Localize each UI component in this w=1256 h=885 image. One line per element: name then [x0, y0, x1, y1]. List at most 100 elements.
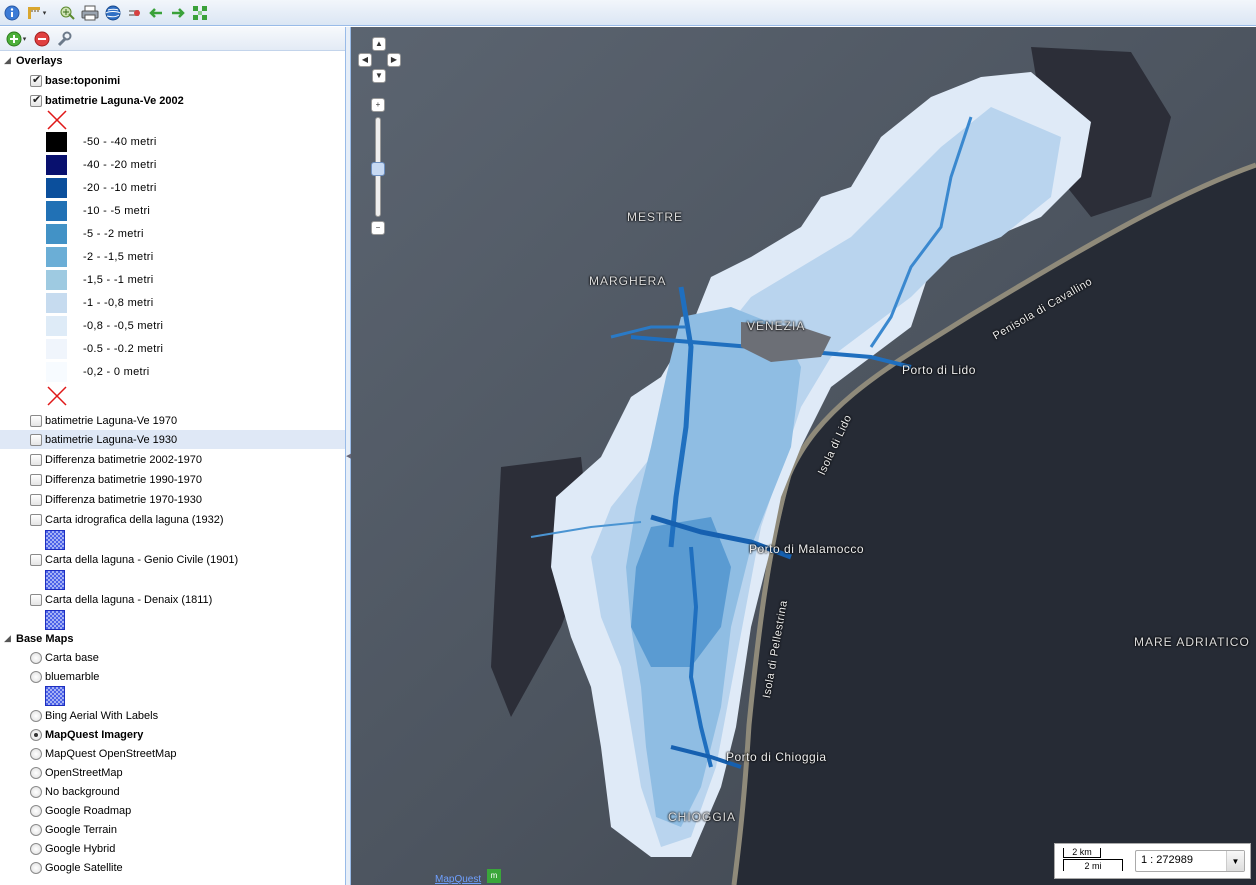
zoom-out-button[interactable]: − [371, 221, 385, 235]
layer-checkbox[interactable] [30, 593, 42, 606]
pan-up-button[interactable]: ▲ [372, 37, 386, 51]
collapse-triangle-icon[interactable]: ◢ [4, 633, 14, 644]
basemap-label: Carta base [45, 651, 99, 664]
layer-label: Carta della laguna - Denaix (1811) [45, 593, 213, 606]
legend-label: -10 - -5 metri [83, 205, 151, 217]
zoom-to-layer-icon[interactable] [58, 3, 78, 23]
basemap-radio[interactable] [30, 766, 42, 779]
basemap-radio[interactable] [30, 728, 42, 741]
layer-checkbox[interactable] [30, 473, 42, 486]
layer-label: batimetrie Laguna-Ve 2002 [45, 94, 184, 107]
layer-item[interactable]: Differenza batimetrie 2002-1970 [0, 450, 345, 469]
map-view[interactable]: MESTRE MARGHERA VENEZIA Porto di Lido Pe… [351, 27, 1256, 885]
layer-checkbox[interactable] [30, 433, 42, 446]
map-label-porto-chioggia: Porto di Chioggia [726, 750, 827, 764]
basemap-radio[interactable] [30, 861, 42, 874]
remove-layer-icon[interactable] [32, 29, 52, 49]
attribution-link[interactable]: MapQuest [435, 874, 481, 885]
layer-item[interactable]: batimetrie Laguna-Ve 1970 [0, 411, 345, 430]
layer-item[interactable]: Carta della laguna - Genio Civile (1901) [0, 550, 345, 569]
layer-legend-swatch [45, 530, 65, 550]
layer-item[interactable]: batimetrie Laguna-Ve 2002 [0, 91, 345, 110]
layer-panel-toolbar: ▾ [0, 27, 345, 51]
legend-label: -1 - -0,8 metri [83, 297, 154, 309]
layer-label: Carta idrografica della laguna (1932) [45, 513, 224, 526]
basemap-radio[interactable] [30, 747, 42, 760]
legend-swatch [46, 178, 67, 198]
dropdown-arrow-icon: ▾ [42, 10, 47, 17]
print-icon[interactable] [80, 3, 100, 23]
properties-icon[interactable] [54, 29, 74, 49]
legend-label: -2 - -1,5 metri [83, 251, 154, 263]
basemap-radio[interactable] [30, 823, 42, 836]
full-extent-icon[interactable] [190, 3, 210, 23]
layer-checkbox[interactable] [30, 493, 42, 506]
base-maps-group[interactable]: ◢ Base Maps [0, 629, 345, 648]
overlays-group[interactable]: ◢ Overlays [0, 51, 345, 70]
map-label-venezia: VENEZIA [747, 319, 806, 333]
map-label-chioggia: CHIOGGIA [668, 810, 737, 824]
basemap-radio[interactable] [30, 651, 42, 664]
measure-button[interactable]: ▾ [22, 3, 50, 23]
layer-item[interactable]: Differenza batimetrie 1970-1930 [0, 490, 345, 509]
add-layer-button[interactable]: ▾ [2, 29, 30, 49]
basemap-item[interactable]: Google Terrain [0, 820, 345, 839]
basemap-radio[interactable] [30, 842, 42, 855]
basemap-item[interactable]: Carta base [0, 648, 345, 667]
collapse-triangle-icon[interactable]: ◢ [4, 55, 14, 66]
basemap-label: Google Roadmap [45, 804, 132, 817]
measure-icon [27, 7, 40, 19]
layer-checkbox[interactable] [30, 553, 42, 566]
pan-left-button[interactable]: ◀ [358, 53, 372, 67]
layer-item-selected[interactable]: batimetrie Laguna-Ve 1930 [0, 430, 345, 449]
basemap-item[interactable]: Google Hybrid [0, 839, 345, 858]
pan-right-button[interactable]: ▶ [387, 53, 401, 67]
legend-label: -5 - -2 metri [83, 228, 144, 240]
info-icon[interactable] [2, 3, 22, 23]
map-label-marghera: MARGHERA [589, 274, 667, 288]
layer-checkbox[interactable] [30, 73, 42, 87]
basemap-radio[interactable] [30, 670, 42, 683]
scale-control: 2 km 2 mi 1 : 272989 ▼ [1054, 843, 1251, 879]
basemap-radio[interactable] [30, 709, 42, 722]
layer-item[interactable]: Differenza batimetrie 1990-1970 [0, 470, 345, 489]
layer-item[interactable]: base:toponimi [0, 71, 345, 90]
layer-item[interactable]: Carta della laguna - Denaix (1811) [0, 590, 345, 609]
chevron-down-icon[interactable]: ▼ [1226, 851, 1244, 871]
basemap-item[interactable]: MapQuest OpenStreetMap [0, 744, 345, 763]
basemap-radio[interactable] [30, 785, 42, 798]
back-icon[interactable] [146, 3, 166, 23]
layer-checkbox[interactable] [30, 453, 42, 466]
basemap-label: Bing Aerial With Labels [45, 709, 159, 722]
layer-legend-swatch [45, 570, 65, 590]
zoom-in-button[interactable]: + [371, 98, 385, 112]
legend-row: -2 - -1,5 metri [46, 247, 154, 267]
basemap-label: Google Hybrid [45, 842, 116, 855]
legend-label: -50 - -40 metri [83, 136, 157, 148]
add-layer-icon [6, 31, 22, 47]
legend-row: -0,2 - 0 metri [46, 362, 150, 382]
basemap-item[interactable]: No background [0, 782, 345, 801]
forward-icon[interactable] [168, 3, 188, 23]
scale-select[interactable]: 1 : 272989 ▼ [1135, 850, 1245, 872]
basemap-item[interactable]: OpenStreetMap [0, 763, 345, 782]
no-data-cross-icon [47, 386, 67, 406]
scale-bar-mi: 2 mi [1063, 859, 1123, 871]
globe-icon[interactable] [103, 3, 123, 23]
basemap-item[interactable]: Bing Aerial With Labels [0, 706, 345, 725]
pan-down-button[interactable]: ▼ [372, 69, 386, 83]
basemap-label: MapQuest Imagery [45, 728, 144, 741]
basemap-item[interactable]: Google Roadmap [0, 801, 345, 820]
layer-checkbox[interactable] [30, 513, 42, 526]
basemap-radio[interactable] [30, 804, 42, 817]
layer-checkbox[interactable] [30, 414, 42, 427]
layer-item[interactable]: Carta idrografica della laguna (1932) [0, 510, 345, 529]
basemap-item[interactable]: MapQuest Imagery [0, 725, 345, 744]
map-label-mare-adriatico: MARE ADRIATICO [1134, 635, 1250, 649]
layer-checkbox[interactable] [30, 93, 42, 107]
basemap-item[interactable]: Google Satellite [0, 858, 345, 877]
remove-icon[interactable] [124, 3, 144, 23]
zoom-slider-handle[interactable] [371, 162, 385, 176]
legend-swatch [46, 224, 67, 244]
basemap-item[interactable]: bluemarble [0, 667, 345, 686]
